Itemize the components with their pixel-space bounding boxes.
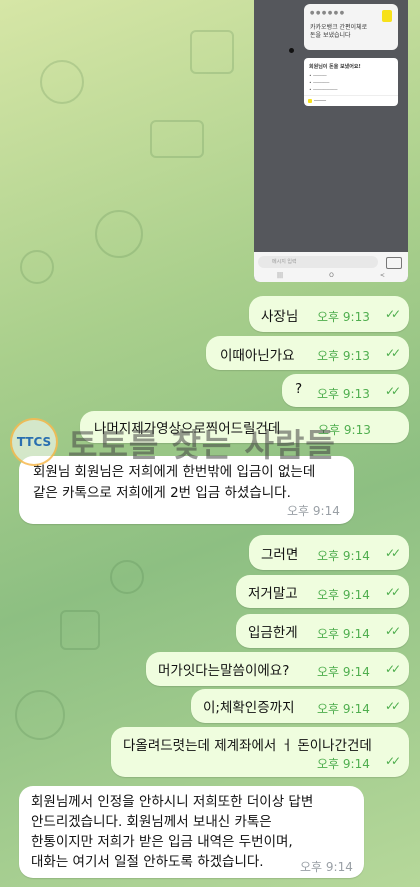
message-text: 입금한게 (248, 625, 298, 641)
screenshot-input: 메시지 입력 (258, 256, 378, 268)
message-text: 다올려드렷는데 제계좌에서 ㅓ 돈이나간건데 (123, 738, 372, 754)
message-text: 사장님 (261, 309, 299, 325)
background-doodle (95, 210, 143, 258)
read-check-icon: ✓✓ (385, 585, 401, 599)
background-doodle (40, 60, 84, 104)
message-time: 오후 9:13 (317, 310, 370, 324)
screenshot-image-message[interactable]: ● ● ● ● ● ● 카카오뱅크 간편이체로 돈을 보냈습니다 회원님이 돈을… (254, 0, 408, 282)
background-doodle (15, 690, 65, 740)
screenshot-navbar: ||| O < (277, 271, 385, 279)
notification-text: 카카오뱅크 간편이체로 돈을 보냈습니다 (310, 24, 368, 39)
read-check-icon: ✓✓ (385, 346, 401, 360)
message-time: 오후 9:14 (317, 702, 370, 716)
send-icon (386, 257, 402, 269)
message-time: 오후 9:14 (317, 588, 370, 602)
message-time: 오후 9:14 (317, 757, 370, 771)
message-text: 이;체확인증까지 (203, 700, 295, 716)
message-bubble-in[interactable]: 회원님 회원님은 저희에게 한번밖에 입금이 없는데 같은 카톡으로 저희에게 … (19, 456, 354, 524)
read-check-icon: ✓✓ (385, 754, 401, 768)
message-text: ? (295, 381, 303, 397)
message-time: 오후 9:14 (287, 504, 340, 518)
message-bubble-out[interactable]: 머가잇다는말씀이에요? 오후 9:14 ✓✓ (146, 652, 409, 686)
message-time: 오후 9:13 (317, 349, 370, 363)
transfer-card-footer: ──── (304, 95, 398, 106)
background-doodle (60, 610, 100, 650)
message-text: 그러면 (261, 547, 299, 563)
status-dot (289, 48, 294, 53)
transfer-card: 회원님이 돈을 보냈어요! • ───── • ────── • ───────… (304, 58, 398, 106)
background-doodle (110, 560, 144, 594)
message-text: 머가잇다는말씀이에요? (158, 663, 290, 679)
message-time: 오후 9:13 (318, 423, 371, 437)
message-time: 오후 9:14 (317, 549, 370, 563)
background-doodle (190, 30, 234, 74)
message-bubble-in[interactable]: 회원님께서 인정을 안하시니 저희또한 더이상 답변 안드리겠습니다. 회원님께… (19, 786, 364, 878)
read-check-icon: ✓✓ (385, 546, 401, 560)
message-time: 오후 9:14 (300, 860, 353, 874)
message-text: 회원님 회원님은 저희에게 한번밖에 입금이 없는데 같은 카톡으로 저희에게 … (33, 464, 316, 501)
transfer-card-title: 회원님이 돈을 보냈어요! (309, 64, 361, 70)
message-bubble-out[interactable]: 이때아닌가요 오후 9:13 ✓✓ (206, 336, 409, 370)
read-check-icon: ✓✓ (385, 307, 401, 321)
message-bubble-out[interactable]: 사장님 오후 9:13 ✓✓ (249, 296, 409, 332)
message-text: 회원님께서 인정을 안하시니 저희또한 더이상 답변 안드리겠습니다. 회원님께… (31, 794, 314, 870)
message-bubble-out[interactable]: 이;체확인증까지 오후 9:14 ✓✓ (191, 689, 409, 723)
background-doodle (20, 250, 54, 284)
background-doodle (150, 120, 204, 158)
message-bubble-out[interactable]: ? 오후 9:13 ✓✓ (282, 374, 409, 407)
notification-card: ● ● ● ● ● ● 카카오뱅크 간편이체로 돈을 보냈습니다 (304, 4, 398, 50)
message-text: 이때아닌가요 (220, 348, 295, 364)
message-bubble-out[interactable]: 나머지제가영상으로찍어드릴건데 오후 9:13 (80, 411, 409, 443)
read-check-icon: ✓✓ (385, 384, 401, 398)
message-bubble-out[interactable]: 그러면 오후 9:14 ✓✓ (249, 535, 409, 570)
message-time: 오후 9:14 (317, 627, 370, 641)
read-check-icon: ✓✓ (385, 624, 401, 638)
message-time: 오후 9:13 (317, 387, 370, 401)
read-check-icon: ✓✓ (385, 699, 401, 713)
message-bubble-out[interactable]: 다올려드렷는데 제계좌에서 ㅓ 돈이나간건데 오후 9:14 ✓✓ (111, 727, 409, 777)
message-text: 나머지제가영상으로찍어드릴건데 (94, 421, 281, 437)
message-text: 저거말고 (248, 586, 298, 602)
screenshot-input-bar: + 메시지 입력 ||| O < (254, 252, 408, 282)
read-check-icon: ✓✓ (385, 662, 401, 676)
message-bubble-out[interactable]: 입금한게 오후 9:14 ✓✓ (236, 614, 409, 648)
message-bubble-out[interactable]: 저거말고 오후 9:14 ✓✓ (236, 575, 409, 608)
message-time: 오후 9:14 (317, 665, 370, 679)
kakaobank-icon (382, 10, 392, 22)
